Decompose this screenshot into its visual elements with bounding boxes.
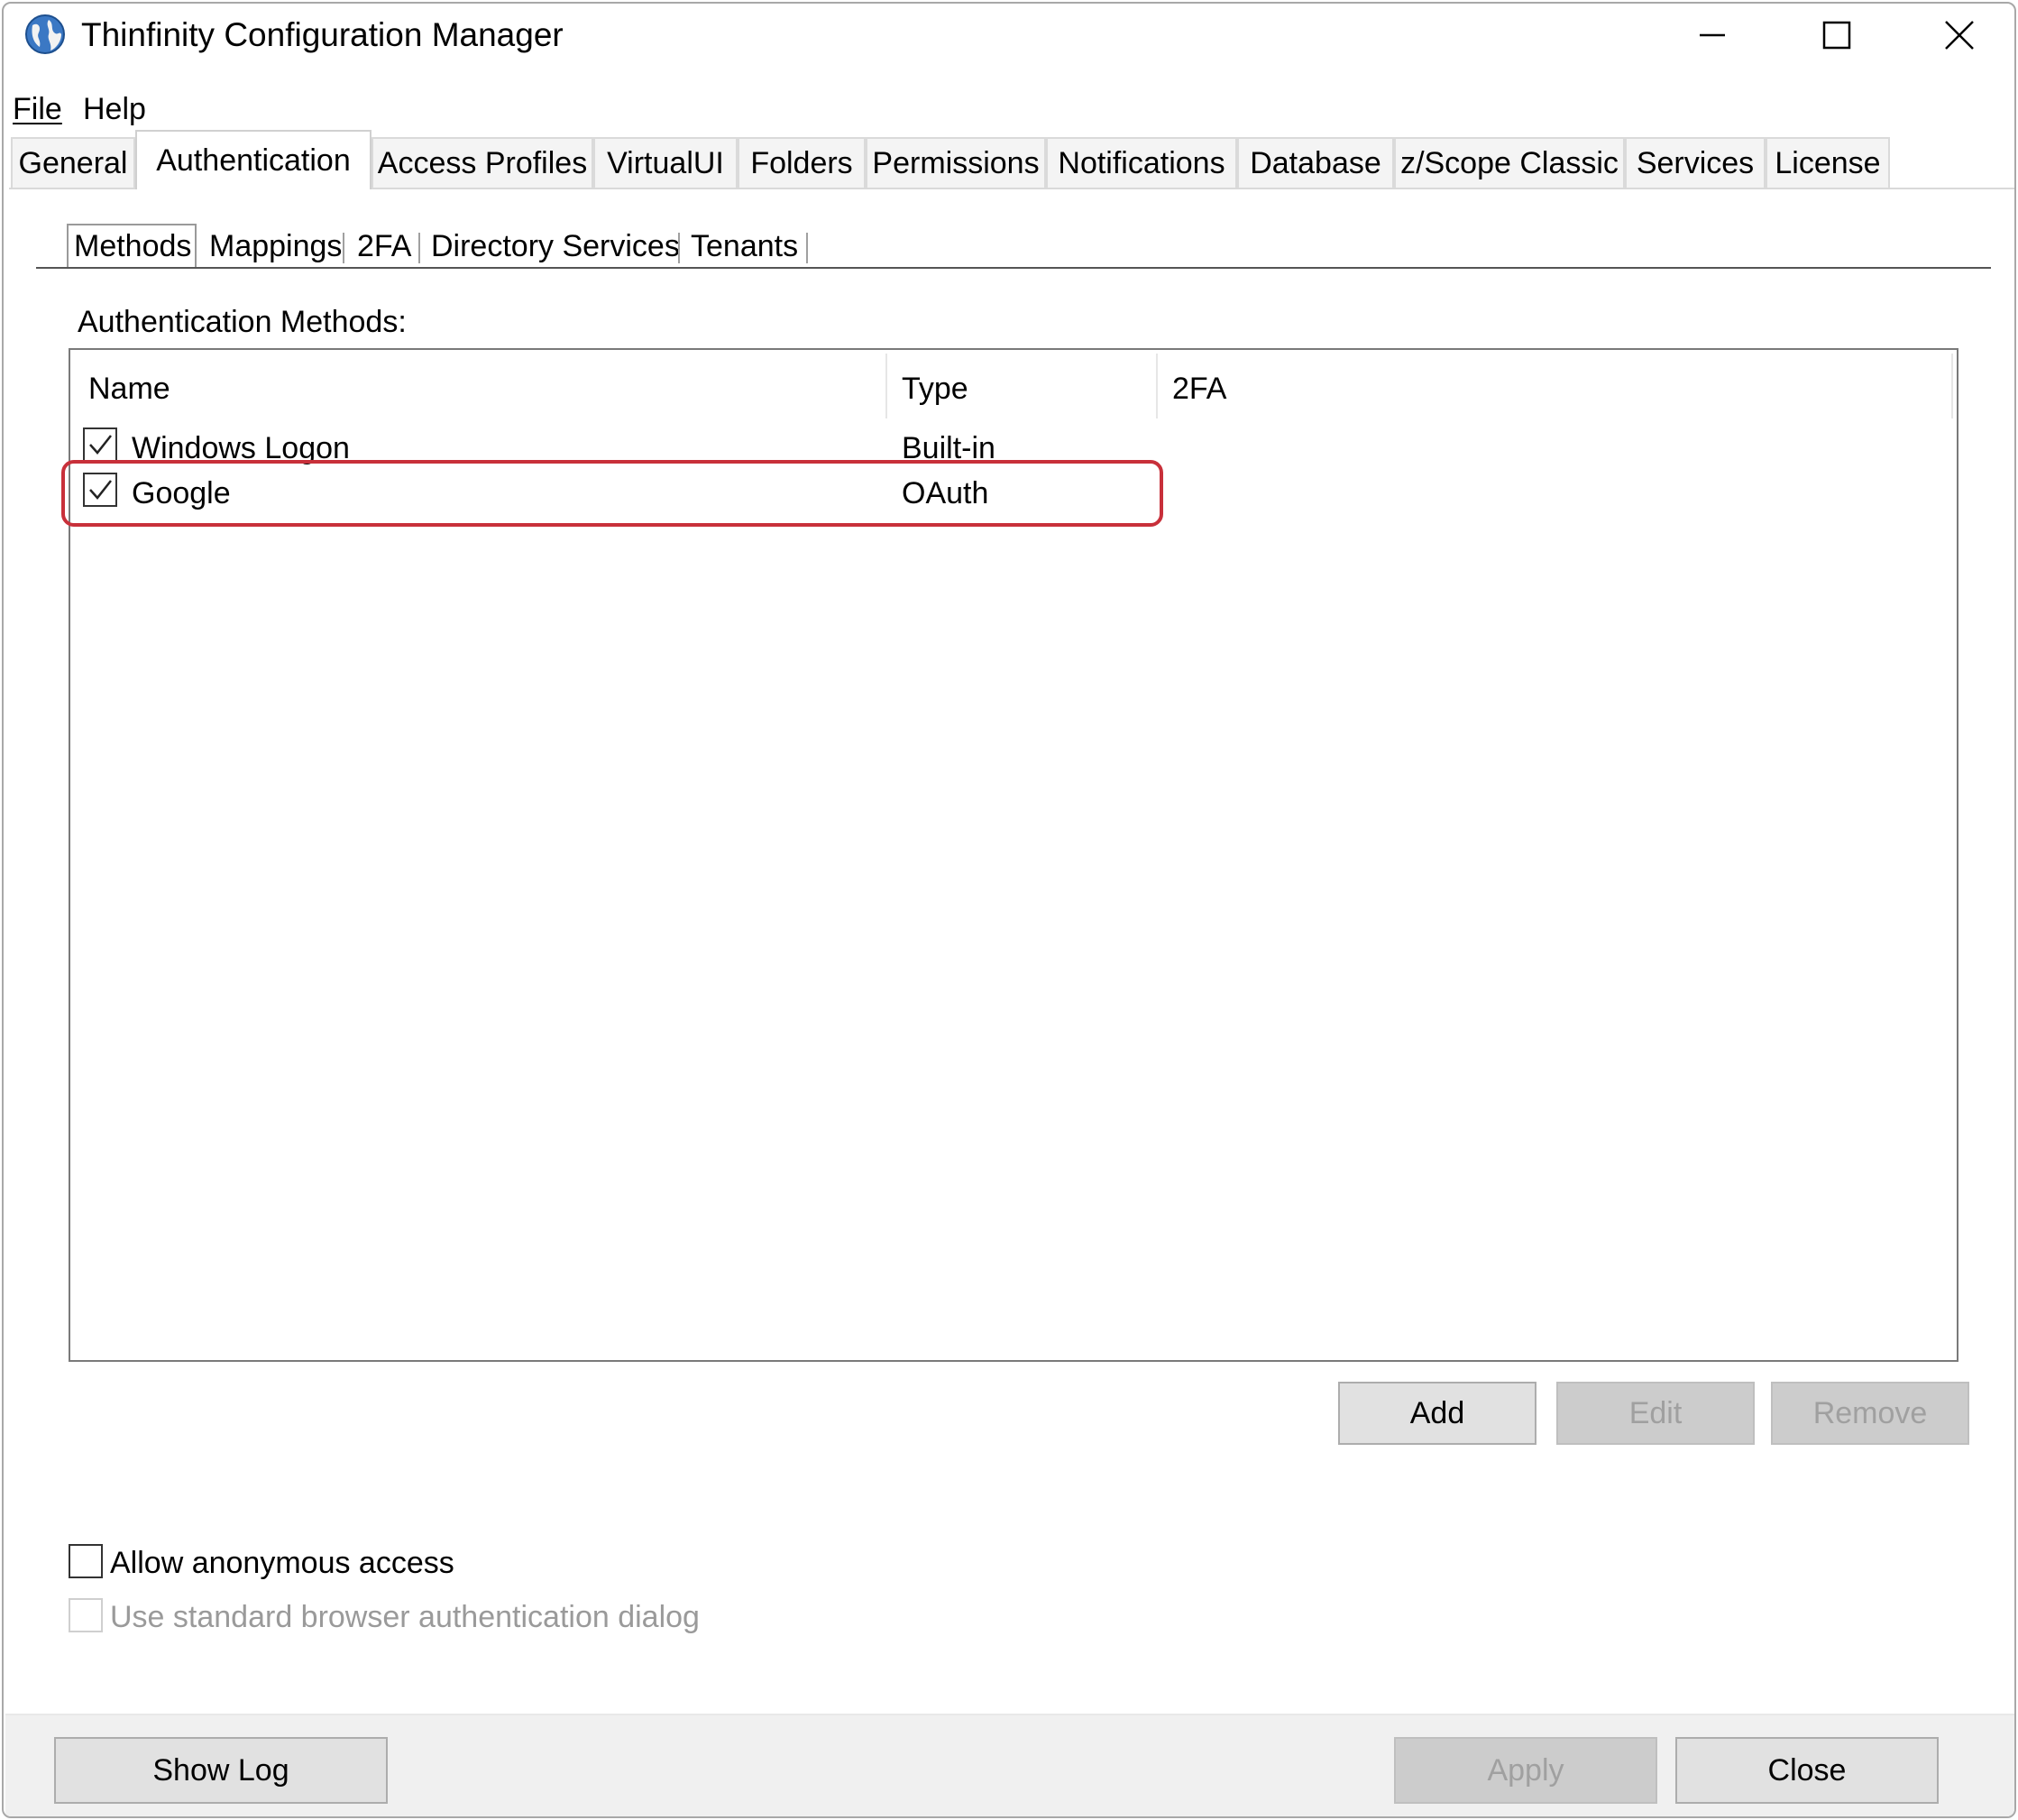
main-tab-bar: General Authentication Access Profiles V… (11, 130, 2014, 189)
tab-database[interactable]: Database (1237, 137, 1394, 188)
column-divider[interactable] (1156, 354, 1158, 418)
subtab-tenants[interactable]: Tenants (691, 229, 798, 264)
column-header-name[interactable]: Name (88, 372, 170, 407)
standard-browser-dialog-checkbox[interactable] (69, 1598, 103, 1632)
subtab-methods[interactable]: Methods (74, 229, 191, 264)
minimize-button[interactable] (1681, 11, 1744, 60)
subtab-divider (418, 233, 420, 263)
menu-help[interactable]: Help (83, 92, 146, 127)
tab-folders[interactable]: Folders (738, 137, 866, 188)
column-header-2fa[interactable]: 2FA (1172, 372, 1226, 407)
minimize-icon (1700, 33, 1725, 37)
subtab-divider (678, 233, 680, 263)
allow-anonymous-label: Allow anonymous access (110, 1546, 454, 1580)
tab-services[interactable]: Services (1625, 137, 1766, 188)
tab-permissions[interactable]: Permissions (866, 137, 1046, 188)
subtab-directory-services[interactable]: Directory Services (431, 229, 680, 264)
row-checkbox[interactable] (83, 427, 117, 462)
tab-license[interactable]: License (1766, 137, 1890, 188)
column-divider (1951, 354, 1953, 418)
edit-button[interactable]: Edit (1556, 1382, 1755, 1445)
authentication-methods-label: Authentication Methods: (78, 305, 407, 339)
subtab-divider (806, 233, 808, 263)
close-button[interactable]: Close (1675, 1737, 1939, 1804)
standard-browser-dialog-label: Use standard browser authentication dial… (110, 1600, 700, 1634)
column-header-type[interactable]: Type (902, 372, 968, 407)
apply-button[interactable]: Apply (1394, 1737, 1657, 1804)
subtab-baseline (36, 267, 1991, 269)
subtab-divider (343, 233, 344, 263)
app-window: Thinfinity Configuration Manager File He… (2, 2, 2016, 1818)
subtab-mappings[interactable]: Mappings (209, 229, 342, 264)
maximize-icon (1822, 21, 1851, 50)
remove-button[interactable]: Remove (1771, 1382, 1969, 1445)
tab-zscope-classic[interactable]: z/Scope Classic (1394, 137, 1625, 188)
tab-authentication[interactable]: Authentication (135, 130, 371, 189)
maximize-button[interactable] (1805, 11, 1868, 60)
globe-icon (23, 13, 67, 56)
tab-access-profiles[interactable]: Access Profiles (371, 137, 593, 188)
add-button[interactable]: Add (1338, 1382, 1536, 1445)
highlight-annotation (61, 460, 1163, 527)
close-icon (1945, 21, 1974, 50)
checkmark-icon (89, 435, 112, 455)
allow-anonymous-checkbox[interactable] (69, 1544, 103, 1578)
show-log-button[interactable]: Show Log (54, 1737, 388, 1804)
close-window-button[interactable] (1928, 11, 1991, 60)
tab-virtualui[interactable]: VirtualUI (593, 137, 738, 188)
tab-notifications[interactable]: Notifications (1046, 137, 1237, 188)
subtab-2fa[interactable]: 2FA (357, 229, 411, 264)
menu-file-label: File (13, 92, 62, 126)
column-divider[interactable] (885, 354, 887, 418)
window-title: Thinfinity Configuration Manager (81, 16, 564, 53)
menu-help-label: Help (83, 92, 146, 126)
menu-file[interactable]: File (13, 92, 62, 127)
tab-general[interactable]: General (11, 137, 135, 188)
